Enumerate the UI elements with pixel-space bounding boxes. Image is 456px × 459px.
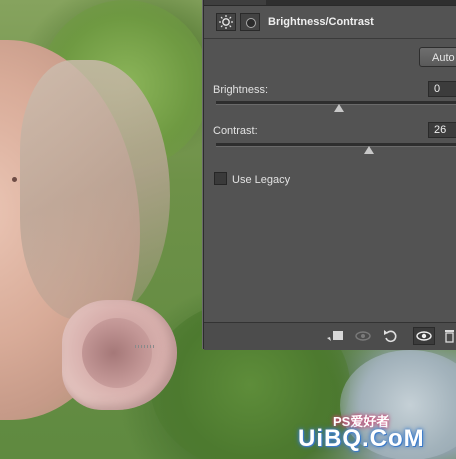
reset-icon[interactable] <box>380 327 402 345</box>
brightness-label: Brightness: <box>213 84 269 96</box>
panel-header: Brightness/Contrast <box>204 6 456 38</box>
eye-prev-glyph <box>355 331 371 341</box>
contrast-value-field[interactable]: 26 <box>428 122 456 138</box>
properties-panel: Brightness/Contrast Auto Brightness: 0 C… <box>203 0 456 350</box>
auto-button[interactable]: Auto <box>419 47 456 67</box>
use-legacy-label: Use Legacy <box>232 174 291 186</box>
reset-glyph <box>384 330 397 343</box>
brightness-sun-icon[interactable] <box>216 13 236 31</box>
view-previous-state-icon[interactable] <box>352 327 374 345</box>
clip-glyph <box>327 331 343 341</box>
panel-footer <box>204 322 456 350</box>
contrast-slider-thumb[interactable] <box>364 146 375 154</box>
watermark-text: UiBQ.CoM <box>298 425 425 452</box>
clip-to-layer-icon[interactable] <box>324 327 346 345</box>
visibility-eye-icon[interactable] <box>413 327 435 345</box>
use-legacy-checkbox[interactable] <box>214 172 227 185</box>
header-divider <box>204 38 456 39</box>
ear-inner <box>82 318 152 388</box>
trash-glyph <box>445 330 454 343</box>
panel-top-field <box>266 0 456 5</box>
skin-mole <box>12 177 17 182</box>
panel-title: Brightness/Contrast <box>268 16 374 28</box>
sun-glyph <box>219 15 233 29</box>
brightness-value-field[interactable]: 0 <box>428 81 456 97</box>
contrast-slider-track[interactable] <box>216 143 456 147</box>
eye-glyph <box>416 331 432 341</box>
layer-mask-icon[interactable] <box>240 13 260 31</box>
contrast-label: Contrast: <box>213 125 258 137</box>
brightness-slider-thumb[interactable] <box>333 104 344 112</box>
panel-resize-grip[interactable] <box>135 345 155 348</box>
delete-icon[interactable] <box>441 327 456 345</box>
